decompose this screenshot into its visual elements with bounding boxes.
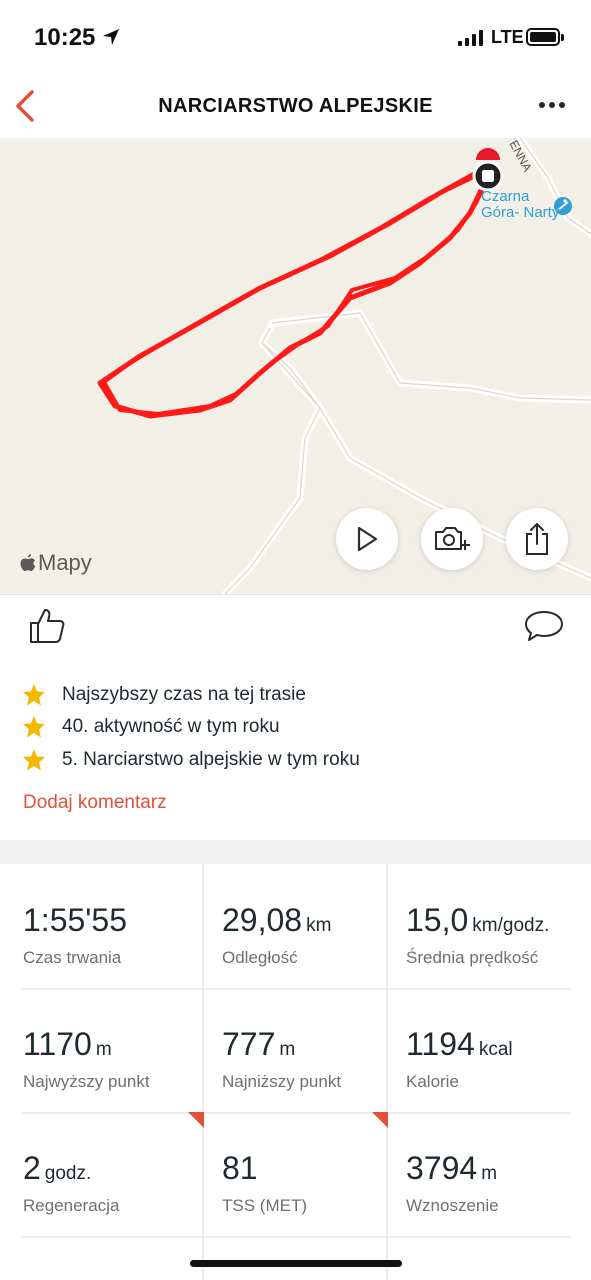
location-arrow-icon	[103, 29, 119, 45]
stat-recovery[interactable]: 2 godz. Regeneracja	[23, 1112, 207, 1236]
maps-attribution: Mapy	[20, 550, 92, 576]
share-button[interactable]	[506, 508, 568, 570]
apple-logo-icon	[20, 554, 36, 571]
stat-tss[interactable]: 81 TSS (MET)	[222, 1112, 406, 1236]
achievement-item: 5. Narciarstwo alpejskie w tym roku	[22, 746, 360, 774]
achievement-item: 40. aktywność w tym roku	[22, 713, 280, 741]
play-replay-button[interactable]	[336, 508, 398, 570]
route-map[interactable]: ENNA Czarna Góra- Narty Mapy	[0, 138, 591, 594]
camera-add-icon	[435, 527, 470, 550]
stat-ascent: 3794 m Wznoszenie	[406, 1150, 499, 1215]
network-label: LTE	[491, 27, 524, 47]
more-options-button[interactable]	[539, 102, 569, 112]
nav-bar: NARCIARSTWO ALPEJSKIE	[0, 76, 591, 138]
like-button[interactable]	[28, 607, 66, 645]
star-icon	[23, 749, 45, 771]
status-time: 10:25	[34, 24, 96, 51]
add-comment-link[interactable]: Dodaj komentarz	[23, 792, 167, 814]
status-bar: 10:25 LTE	[0, 0, 591, 76]
play-icon	[357, 526, 378, 552]
finish-pin-icon	[472, 148, 504, 192]
signal-icon	[458, 30, 483, 46]
stat-duration: 1:55'55 Czas trwania	[23, 902, 127, 967]
stat-lowest-point: 777 m Najniższy punkt	[222, 1026, 342, 1091]
stat-avg-speed: 15,0 km/godz. Średnia prędkość	[406, 902, 550, 967]
stat-highest-point: 1170 m Najwyższy punkt	[23, 1026, 150, 1091]
stat-distance: 29,08 km Odległość	[222, 902, 332, 967]
social-actions	[0, 594, 591, 656]
star-icon	[23, 684, 45, 706]
home-indicator[interactable]	[190, 1260, 402, 1267]
comment-button[interactable]	[524, 609, 564, 643]
achievement-item: Najszybszy czas na tej trasie	[22, 681, 306, 709]
achievements-list: Najszybszy czas na tej trasie 40. aktywn…	[0, 656, 591, 840]
battery-icon	[526, 28, 560, 46]
star-icon	[23, 716, 45, 738]
add-photo-button[interactable]	[421, 508, 483, 570]
section-divider	[0, 840, 591, 864]
share-icon	[526, 523, 548, 555]
stat-calories: 1194 kcal Kalorie	[406, 1026, 513, 1091]
stats-grid: 1:55'55 Czas trwania 29,08 km Odległość 1…	[0, 864, 591, 1280]
page-title: NARCIARSTWO ALPEJSKIE	[158, 95, 433, 117]
poi-label: Czarna Góra- Narty	[481, 188, 560, 221]
